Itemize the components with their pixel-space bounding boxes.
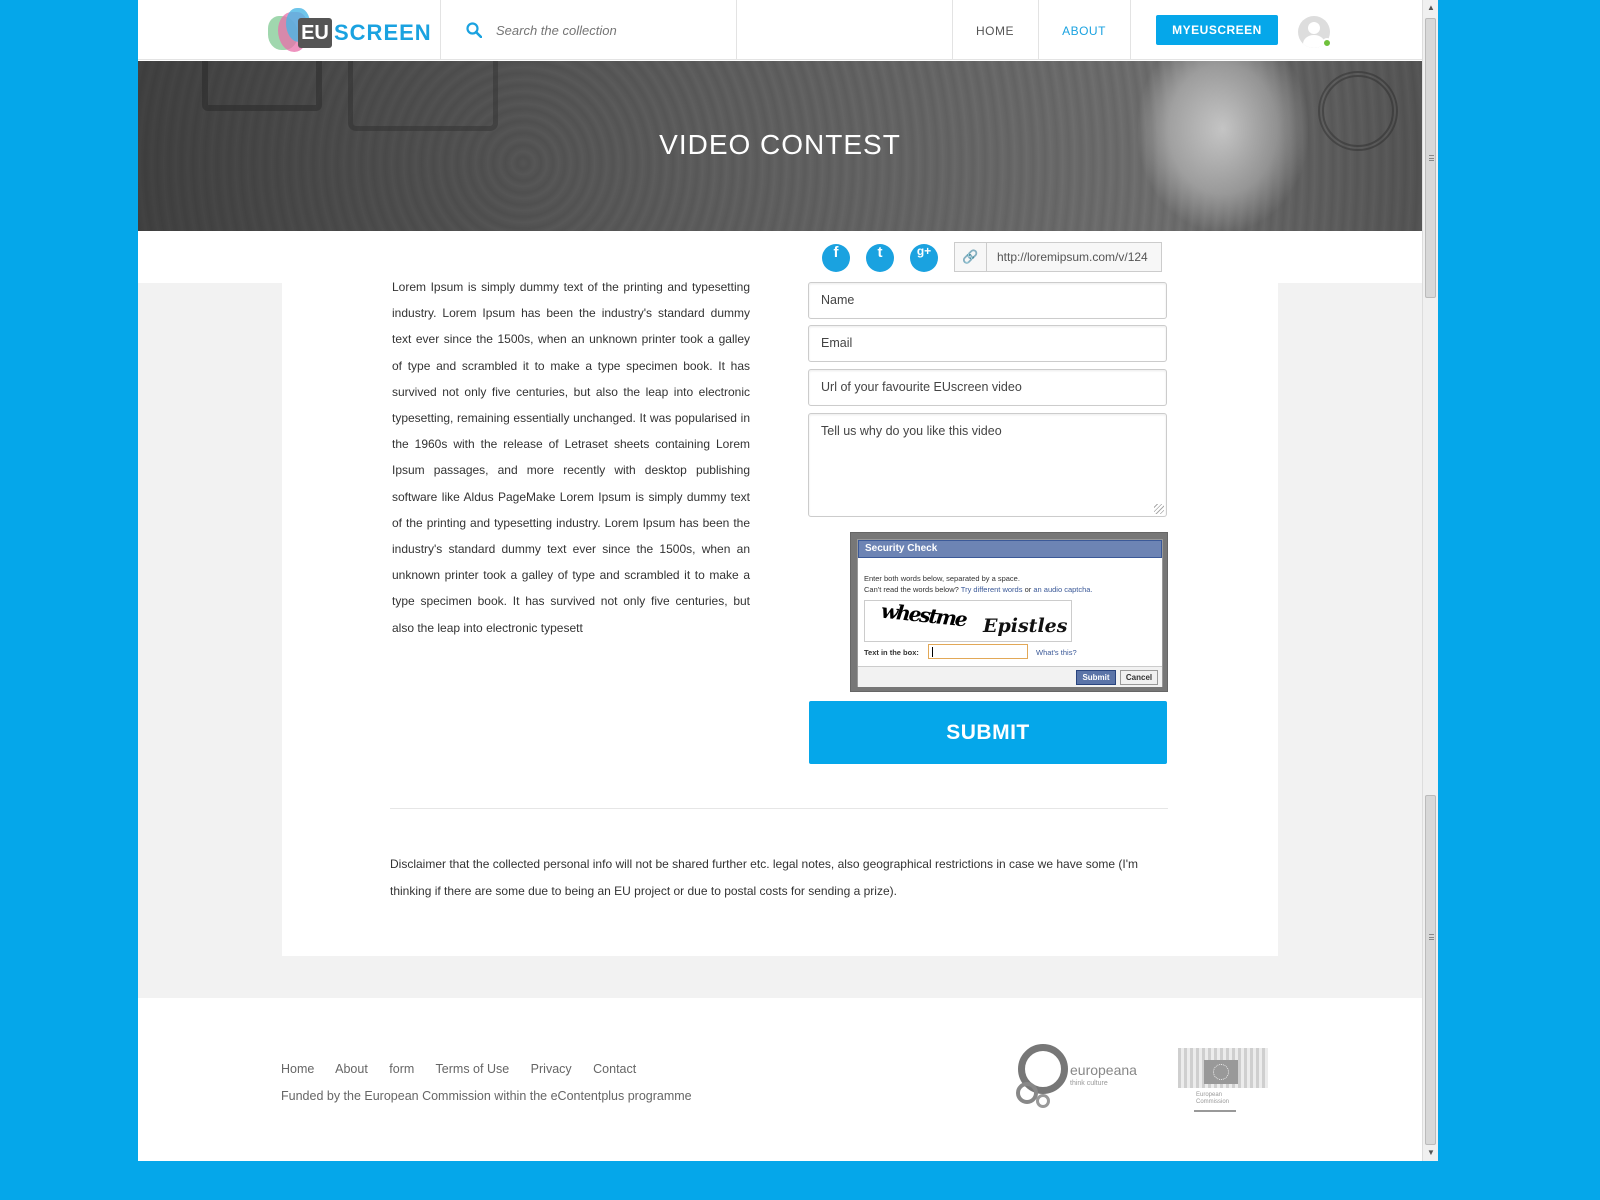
- audio-captcha-link[interactable]: an audio captcha.: [1033, 585, 1092, 594]
- vertical-scrollbar[interactable]: ▲ ▼: [1422, 0, 1438, 1161]
- name-field[interactable]: Name: [808, 282, 1167, 319]
- reason-textarea[interactable]: Tell us why do you like this video: [808, 413, 1167, 517]
- hero-banner: VIDEO CONTEST: [138, 61, 1422, 231]
- page-title: VIDEO CONTEST: [659, 129, 901, 160]
- captcha-word-1: whestme: [879, 600, 967, 632]
- captcha-submit-button[interactable]: Submit: [1076, 670, 1116, 685]
- captcha-footer: [858, 666, 1162, 687]
- footer-link-home[interactable]: Home: [281, 1062, 314, 1076]
- section-divider: [390, 808, 1168, 809]
- europeana-ring: [1036, 1094, 1050, 1108]
- captcha-input-label: Text in the box:: [864, 648, 919, 657]
- footer-nav: Home About form Terms of Use Privacy Con…: [281, 1062, 654, 1076]
- resize-handle-icon[interactable]: [1154, 504, 1164, 514]
- footer-link-privacy[interactable]: Privacy: [531, 1062, 572, 1076]
- captcha-title: Security Check: [858, 540, 1162, 558]
- scrollbar-grip: [1429, 155, 1434, 161]
- captcha-dialog: Security Check Enter both words below, s…: [857, 539, 1163, 687]
- video-url-field[interactable]: Url of your favourite EUscreen video: [808, 369, 1167, 406]
- captcha-word-2: Epistles: [983, 615, 1068, 637]
- footer-link-terms[interactable]: Terms of Use: [436, 1062, 510, 1076]
- europeana-tagline: think culture: [1070, 1080, 1108, 1087]
- facebook-share-icon[interactable]: f: [822, 244, 850, 272]
- captcha-instruction-line: Enter both words below, separated by a s…: [864, 574, 1020, 583]
- header-divider: [440, 0, 441, 60]
- captcha-instructions: Enter both words below, separated by a s…: [864, 573, 1093, 595]
- commission-line: European: [1196, 1092, 1223, 1098]
- captcha-cancel-button[interactable]: Cancel: [1120, 670, 1158, 685]
- browser-window: EU SCREEN HOME ABOUT MYEUSCREEN VIDEO CO…: [138, 0, 1438, 1161]
- footer-link-form[interactable]: form: [389, 1062, 414, 1076]
- different-words-link[interactable]: Try different words: [961, 585, 1023, 594]
- contest-description: Lorem Ipsum is simply dummy text of the …: [392, 280, 750, 635]
- scroll-down-icon[interactable]: ▼: [1423, 1145, 1438, 1161]
- online-status-icon: [1322, 38, 1332, 48]
- captcha-instruction-line: Can't read the words below? Try differen…: [864, 584, 1093, 595]
- submit-button[interactable]: SUBMIT: [809, 701, 1167, 764]
- europeana-ring: [1016, 1082, 1038, 1104]
- share-url-field[interactable]: http://loremipsum.com/v/124: [997, 250, 1157, 264]
- search-input[interactable]: [496, 18, 716, 42]
- header-divider: [736, 0, 737, 60]
- europeana-name: europeana: [1070, 1062, 1137, 1078]
- myeuscreen-button[interactable]: MYEUSCREEN: [1156, 15, 1278, 45]
- disclaimer-text: Disclaimer that the collected personal i…: [390, 857, 1138, 898]
- commission-text: European Commission: [1196, 1092, 1229, 1106]
- funding-note: Funded by the European Commission within…: [281, 1089, 692, 1103]
- scrollbar-thumb[interactable]: [1425, 18, 1436, 298]
- footer-link-contact[interactable]: Contact: [593, 1062, 636, 1076]
- whats-this-link[interactable]: What's this?: [1036, 648, 1077, 657]
- nav-about[interactable]: ABOUT: [1038, 0, 1130, 60]
- scroll-up-icon[interactable]: ▲: [1423, 0, 1438, 16]
- nav-home[interactable]: HOME: [952, 0, 1038, 60]
- link-icon: 🔗: [955, 243, 987, 271]
- footer-link-about[interactable]: About: [335, 1062, 368, 1076]
- captcha-image: whestme Epistles: [864, 600, 1072, 642]
- eu-flag-icon: [1204, 1060, 1238, 1084]
- avatar-head: [1308, 22, 1320, 34]
- site-header: EU SCREEN HOME ABOUT MYEUSCREEN: [138, 0, 1422, 60]
- share-link-box: 🔗 http://loremipsum.com/v/124: [954, 242, 1162, 272]
- captcha-input[interactable]: [928, 644, 1028, 659]
- logo-eu-text: EU: [298, 18, 332, 48]
- captcha-instruction-or: or: [1024, 585, 1032, 594]
- logo-screen-text: SCREEN: [334, 20, 432, 45]
- google-plus-share-icon[interactable]: g+: [910, 244, 938, 272]
- european-commission-logo[interactable]: European Commission: [1174, 1042, 1272, 1116]
- commission-underline: [1194, 1110, 1236, 1112]
- captcha-instruction-prefix: Can't read the words below?: [864, 585, 959, 594]
- commission-line: Commission: [1196, 1099, 1230, 1105]
- scrollbar-thumb[interactable]: [1425, 795, 1436, 1145]
- search-icon[interactable]: [466, 22, 482, 38]
- twitter-share-icon[interactable]: t: [866, 244, 894, 272]
- captcha-widget: Security Check Enter both words below, s…: [850, 532, 1168, 692]
- europeana-logo[interactable]: europeana think culture: [1016, 1044, 1138, 1116]
- reason-placeholder: Tell us why do you like this video: [821, 424, 1002, 438]
- euscreen-logo[interactable]: EU SCREEN: [268, 8, 431, 54]
- header-divider: [1130, 0, 1131, 60]
- email-field[interactable]: Email: [808, 325, 1167, 362]
- scrollbar-grip: [1429, 934, 1434, 940]
